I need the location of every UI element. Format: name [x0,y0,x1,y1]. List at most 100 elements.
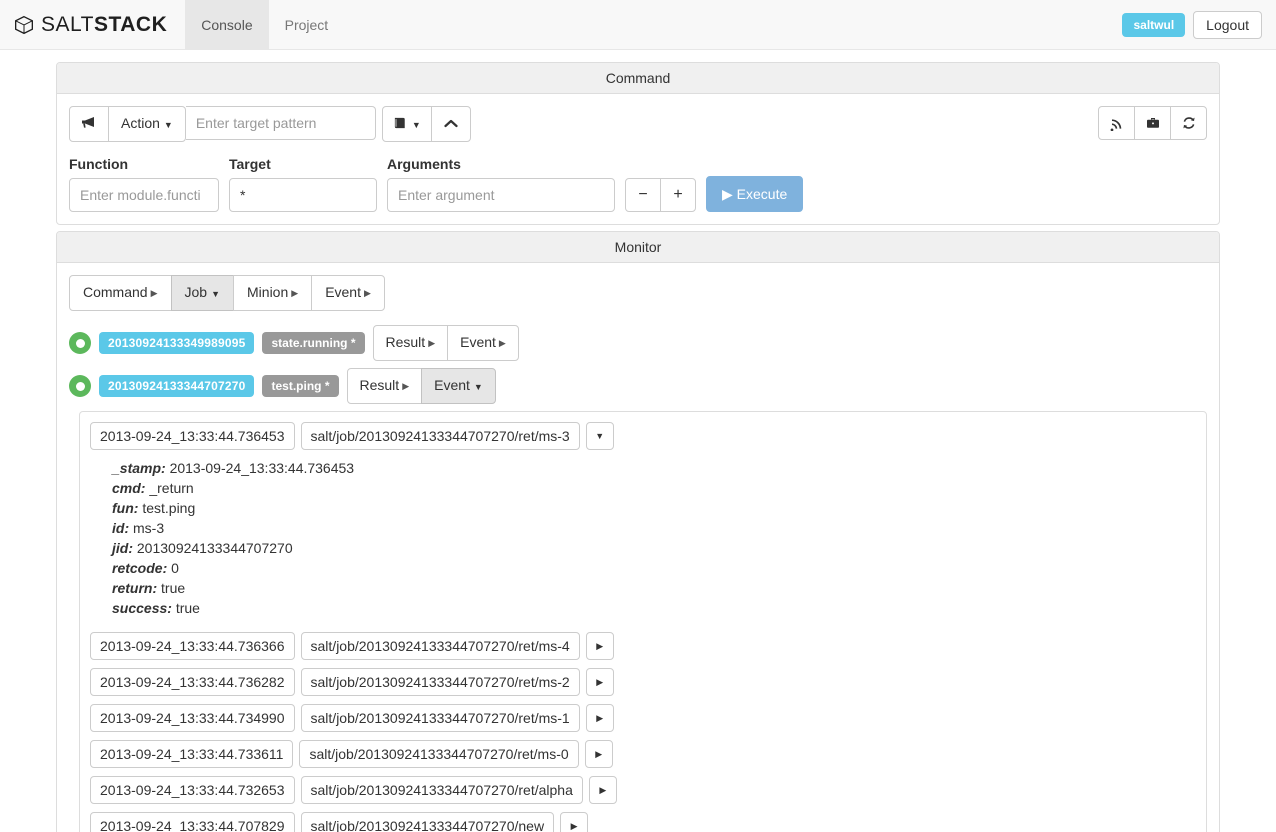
list-item: _stamp: 2013-09-24_13:33:44.736453 [112,458,1196,478]
nav-link-project[interactable]: Project [269,0,345,49]
function-field-group: Function [69,156,219,212]
job-result-button[interactable]: Result▶ [373,325,449,361]
user-badge[interactable]: saltwul [1122,13,1185,37]
book-icon [393,116,408,130]
status-ok-icon [69,332,91,354]
event-payload: _stamp: 2013-09-24_13:33:44.736453 cmd: … [90,458,1196,622]
tab-event-label: Event [325,284,361,300]
book-dropdown-button[interactable]: ▼ [382,106,432,142]
list-item: id: ms-3 [112,518,1196,538]
payload-value: ms-3 [133,520,164,536]
event-expand-button[interactable]: ▶ [586,632,614,660]
chevron-right-icon: ▶ [596,641,603,652]
top-navbar: SALTSTACK Console Project saltwul Logout [0,0,1276,50]
event-tag: salt/job/20130924133344707270/new [301,812,555,832]
rss-feed-button[interactable] [1098,106,1135,140]
add-argument-button[interactable]: + [660,178,696,212]
tab-command[interactable]: Command▶ [69,275,172,311]
job-actions: Result▶ Event▶ [373,325,519,361]
event-tag: salt/job/20130924133344707270/ret/alpha [301,776,583,804]
refresh-button[interactable] [1170,106,1207,140]
event-row[interactable]: 2013-09-24_13:33:44.734990 salt/job/2013… [90,704,1196,732]
function-input[interactable] [69,178,219,212]
event-row[interactable]: 2013-09-24_13:33:44.736282 salt/job/2013… [90,668,1196,696]
payload-value: test.ping [142,500,195,516]
event-row[interactable]: 2013-09-24_13:33:44.736366 salt/job/2013… [90,632,1196,660]
tab-minion-label: Minion [247,284,288,300]
chevron-right-icon: ▶ [428,338,435,348]
payload-value: 2013-09-24_13:33:44.736453 [170,460,355,476]
chevron-right-icon: ▶ [499,338,506,348]
event-expand-button[interactable]: ▶ [560,812,588,832]
command-form-row: Function Target Arguments − + ▶ Exe [69,156,1207,212]
table-row[interactable]: 20130924133344707270 test.ping * Result▶… [69,368,1207,404]
megaphone-icon [81,115,97,129]
list-item: retcode: 0 [112,558,1196,578]
target-field-group: Target [229,156,377,212]
logout-button[interactable]: Logout [1193,11,1262,39]
list-item: success: true [112,598,1196,618]
execute-button[interactable]: ▶ Execute [706,176,803,212]
table-row[interactable]: 20130924133349989095 state.running * Res… [69,325,1207,361]
action-dropdown-button[interactable]: Action▼ [108,106,186,142]
tab-event[interactable]: Event▶ [311,275,385,311]
list-item: jid: 20130924133344707270 [112,538,1196,558]
status-ok-icon [69,375,91,397]
job-event-label: Event [460,334,496,350]
refresh-icon [1181,115,1197,131]
megaphone-button[interactable] [69,106,109,142]
payload-key: retcode: [112,560,167,576]
event-tag: salt/job/20130924133344707270/ret/ms-2 [301,668,580,696]
event-expand-button[interactable]: ▶ [586,668,614,696]
job-actions: Result▶ Event▼ [347,368,496,404]
list-item: return: true [112,578,1196,598]
event-tag: salt/job/20130924133344707270/ret/ms-3 [301,422,580,450]
job-id-badge[interactable]: 20130924133344707270 [99,375,254,397]
event-timestamp: 2013-09-24_13:33:44.733611 [90,740,293,768]
rss-feed-icon [1109,115,1125,131]
collapse-toggle-button[interactable] [431,106,471,142]
target-pattern-input[interactable] [186,106,376,140]
briefcase-icon [1145,115,1161,131]
payload-value: true [161,580,185,596]
event-expand-button[interactable]: ▶ [586,704,614,732]
tab-job-label: Job [185,284,208,300]
brand-logo[interactable]: SALTSTACK [0,0,185,49]
job-event-button[interactable]: Event▼ [421,368,496,404]
job-function-badge[interactable]: state.running * [262,332,364,354]
event-expand-button[interactable]: ▶ [585,740,613,768]
chevron-right-icon: ▶ [291,288,298,298]
job-id-badge[interactable]: 20130924133349989095 [99,332,254,354]
target-label: Target [229,156,377,172]
job-result-button[interactable]: Result▶ [347,368,423,404]
payload-value: 0 [171,560,179,576]
tab-job[interactable]: Job▼ [171,275,235,311]
tab-minion[interactable]: Minion▶ [233,275,312,311]
event-row[interactable]: 2013-09-24_13:33:44.707829 salt/job/2013… [90,812,1196,832]
briefcase-button[interactable] [1134,106,1171,140]
brand-text-bold: STACK [94,13,167,36]
event-row[interactable]: 2013-09-24_13:33:44.733611 salt/job/2013… [90,740,1196,768]
argument-stepper: − + [625,178,696,212]
job-event-button[interactable]: Event▶ [447,325,519,361]
chevron-down-icon: ▼ [595,431,604,441]
event-tag: salt/job/20130924133344707270/ret/ms-4 [301,632,580,660]
target-input[interactable] [229,178,377,212]
nav-link-console[interactable]: Console [185,0,268,49]
payload-key: id: [112,520,129,536]
event-expand-button[interactable]: ▶ [589,776,617,804]
function-label: Function [69,156,219,172]
event-collapse-button[interactable]: ▼ [586,422,614,450]
command-panel: Command Action▼ [56,62,1220,225]
job-function-badge[interactable]: test.ping * [262,375,338,397]
remove-argument-button[interactable]: − [625,178,661,212]
event-row[interactable]: 2013-09-24_13:33:44.732653 salt/job/2013… [90,776,1196,804]
event-tag: salt/job/20130924133344707270/ret/ms-1 [301,704,580,732]
list-item: fun: test.ping [112,498,1196,518]
payload-key: _stamp: [112,460,166,476]
list-item: cmd: _return [112,478,1196,498]
action-dropdown-label: Action [121,115,160,131]
argument-input[interactable] [387,178,615,212]
monitor-panel-title: Monitor [57,232,1219,263]
event-row[interactable]: 2013-09-24_13:33:44.736453 salt/job/2013… [90,422,1196,450]
